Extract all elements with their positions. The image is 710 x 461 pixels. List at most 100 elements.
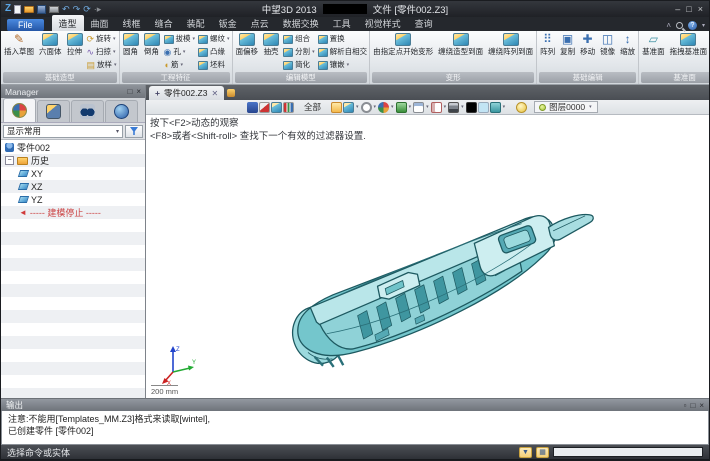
selection-badge-icon[interactable] (247, 102, 258, 113)
ribbon-button[interactable]: 凸缘 (197, 46, 231, 58)
model-3d[interactable] (238, 141, 610, 393)
new-file-icon[interactable] (14, 5, 21, 14)
ribbon-button[interactable]: 缠绕造型到面 (436, 32, 485, 57)
tree-item[interactable]: 零件002 (1, 141, 145, 154)
print-icon[interactable] (49, 6, 59, 13)
background-icon[interactable] (490, 102, 501, 113)
ribbon-button[interactable]: 组合 (282, 33, 316, 45)
ribbon-button[interactable]: 抽壳 (261, 32, 281, 57)
menu-tab[interactable]: 造型 (52, 15, 84, 31)
qat-dropdown-icon[interactable]: ·▸ (94, 4, 102, 14)
wireframe-icon[interactable] (361, 102, 372, 113)
undo-icon[interactable]: ↶ (62, 4, 70, 14)
collapse-ribbon-icon[interactable]: ˄ (666, 21, 671, 30)
ribbon-button[interactable]: 置换 (317, 33, 369, 45)
tree-item[interactable]: ◄----- 建模停止 ----- (1, 206, 145, 219)
document-tab[interactable]: + 零件002.Z3 ✕ (149, 86, 224, 100)
menu-tab[interactable]: 数据交换 (276, 15, 326, 31)
status-filter-button[interactable]: ▼ (519, 447, 532, 458)
command-input[interactable] (553, 447, 703, 457)
close-button[interactable]: × (698, 4, 703, 14)
brush-icon[interactable] (259, 102, 270, 113)
ribbon-button[interactable]: 拖拽基准面 (668, 32, 709, 57)
ribbon-button[interactable]: 倒角 (142, 32, 162, 57)
expander-icon[interactable]: − (5, 156, 14, 165)
ribbon-button[interactable]: ✎插入草图 (2, 32, 36, 57)
file-menu-button[interactable]: File (7, 19, 44, 31)
solid-cube-icon[interactable] (271, 102, 282, 113)
layers-icon[interactable] (448, 102, 459, 113)
tab-assembly[interactable] (37, 100, 70, 122)
ribbon-button[interactable]: 解析自相交 (317, 46, 369, 58)
ribbon-button[interactable]: ∿扫掠▾ (86, 46, 118, 58)
ribbon-button[interactable]: ▣复制 (558, 32, 577, 57)
redo-icon[interactable]: ↷ (73, 4, 81, 14)
split-view-icon[interactable] (431, 102, 442, 113)
new-tab-icon[interactable]: + (155, 88, 160, 98)
ribbon-button[interactable]: 镶嵌▾ (317, 59, 369, 71)
ribbon-button[interactable]: 坯料 (197, 59, 231, 71)
close-tab-icon[interactable]: ✕ (211, 89, 218, 98)
tab-history[interactable] (3, 98, 36, 122)
menu-tab[interactable]: 装配 (180, 15, 212, 31)
layer-selector[interactable]: 图层0000 ▾ (534, 101, 597, 113)
ribbon-button[interactable]: 螺纹▾ (197, 33, 231, 45)
ribbon-button[interactable]: 由指定点开始变形 (371, 32, 435, 57)
ribbon-button[interactable]: 拉伸 (65, 32, 85, 57)
menu-tab[interactable]: 曲面 (84, 15, 116, 31)
ribbon-button[interactable]: ⟳旋转▾ (86, 33, 118, 45)
minimize-button[interactable]: – (675, 4, 680, 14)
model-canvas[interactable]: 按下<F2>动态的观察<F8>或者<Shift-roll> 查找下一个有效的过滤… (146, 115, 709, 398)
ribbon-button[interactable]: 拔模▾ (163, 33, 197, 45)
ribbon-button[interactable]: 分割▾ (282, 46, 316, 58)
ribbon-button[interactable]: ◫镜像 (598, 32, 617, 57)
tab-visibility[interactable] (71, 100, 104, 122)
material-icon[interactable] (396, 102, 407, 113)
ribbon-button[interactable]: 六面体 (37, 32, 64, 57)
chart-icon[interactable] (283, 102, 294, 113)
ribbon-button[interactable]: ▤放样▾ (86, 59, 118, 71)
shaded-display-icon[interactable] (343, 102, 354, 113)
menu-tab[interactable]: 查询 (408, 15, 440, 31)
menu-tab[interactable]: 工具 (326, 15, 358, 31)
output-close-icon[interactable]: × (699, 401, 704, 410)
output-pin-icon[interactable]: ▫ (684, 401, 687, 410)
window-view-icon[interactable] (413, 102, 424, 113)
help-icon[interactable]: ? (688, 21, 697, 30)
tree-item[interactable]: XZ (1, 180, 145, 193)
open-file-icon[interactable] (24, 6, 34, 13)
tree-item[interactable]: −历史 (1, 154, 145, 167)
ribbon-button[interactable]: ◖筋▾ (163, 59, 197, 71)
black-swatch-icon[interactable] (466, 102, 477, 113)
search-icon[interactable] (676, 22, 683, 29)
ribbon-button[interactable]: 缠绕阵列到面 (486, 32, 535, 57)
view-cube-icon[interactable] (331, 102, 342, 113)
ribbon-button[interactable]: 简化 (282, 59, 316, 71)
menu-tab[interactable]: 线框 (116, 15, 148, 31)
menu-tab[interactable]: 钣金 (212, 15, 244, 31)
ribbon-button[interactable]: ↕缩放 (618, 32, 637, 57)
ribbon-button[interactable]: 圆角 (121, 32, 141, 57)
lightbulb-icon[interactable] (516, 102, 527, 113)
tree-item[interactable]: XY (1, 167, 145, 180)
ribbon-button[interactable]: ⠿阵列 (538, 32, 557, 57)
save-icon[interactable] (37, 5, 46, 14)
menu-tab[interactable]: 视觉样式 (358, 15, 408, 31)
refresh-icon[interactable]: ⟳ (83, 4, 91, 14)
filter-funnel-button[interactable] (125, 125, 143, 138)
help-dropdown-icon[interactable]: ▾ (702, 22, 705, 29)
maximize-button[interactable]: □ (686, 4, 691, 14)
ribbon-button[interactable]: 面偏移 (234, 32, 261, 57)
color-palette-icon[interactable] (378, 102, 389, 113)
panel-restore-icon[interactable]: □ (127, 87, 132, 96)
tab-stub-icon[interactable] (227, 89, 235, 97)
filter-all-label[interactable]: 全部 (304, 101, 321, 113)
output-restore-icon[interactable]: □ (690, 401, 695, 410)
panel-close-icon[interactable]: × (136, 87, 141, 96)
tree-item[interactable]: YZ (1, 193, 145, 206)
filter-select[interactable]: 显示常用 ▾ (3, 125, 123, 138)
blue-swatch-icon[interactable] (478, 102, 489, 113)
menu-tab[interactable]: 点云 (244, 15, 276, 31)
ribbon-button[interactable]: ✚移动 (578, 32, 597, 57)
ribbon-button[interactable]: ◉孔▾ (163, 46, 197, 58)
